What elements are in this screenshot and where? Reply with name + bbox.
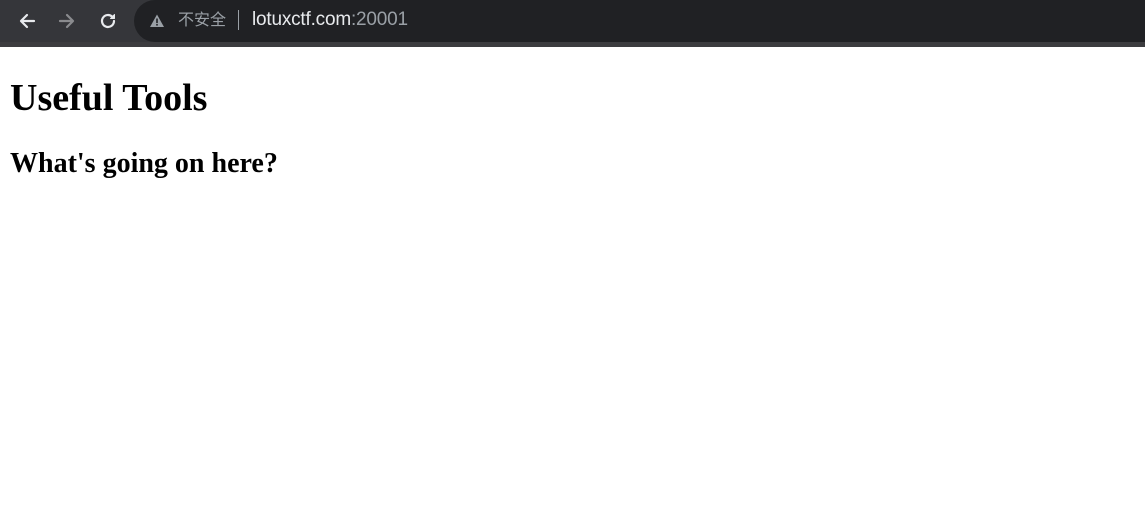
forward-button[interactable]: [52, 6, 82, 36]
reload-button[interactable]: [93, 6, 123, 36]
back-arrow-icon: [19, 13, 36, 29]
security-label[interactable]: 不安全: [178, 9, 226, 31]
url-host: lotuxctf.com: [252, 9, 351, 30]
browser-toolbar: 不安全 lotuxctf.com:20001: [0, 0, 1145, 47]
address-bar[interactable]: 不安全 lotuxctf.com:20001: [134, 0, 1145, 42]
warning-triangle-icon[interactable]: [149, 13, 165, 29]
forward-arrow-icon: [58, 13, 75, 29]
separator: [238, 10, 239, 30]
url-port: :20001: [350, 9, 408, 30]
reload-icon: [100, 13, 116, 29]
page-subtitle: What's going on here?: [10, 148, 278, 179]
url-text[interactable]: lotuxctf.com:20001: [252, 9, 408, 31]
back-button[interactable]: [12, 6, 42, 36]
page-title: Useful Tools: [10, 77, 208, 119]
